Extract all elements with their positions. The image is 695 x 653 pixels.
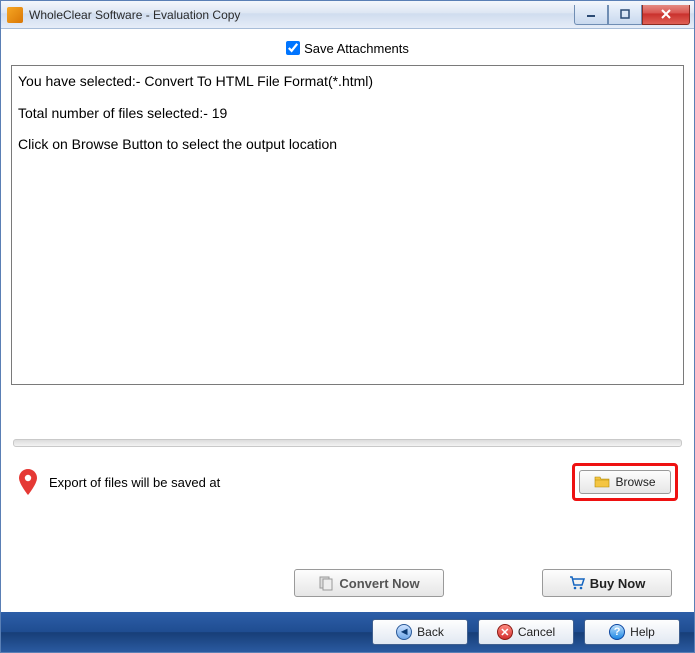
location-pin-icon xyxy=(17,468,39,496)
info-line-instruction: Click on Browse Button to select the out… xyxy=(18,135,677,155)
minimize-icon xyxy=(586,9,596,19)
buy-now-label: Buy Now xyxy=(590,576,646,591)
close-button[interactable] xyxy=(642,5,690,25)
app-window: WholeClear Software - Evaluation Copy Sa… xyxy=(0,0,695,653)
export-location-label: Export of files will be saved at xyxy=(49,475,562,490)
convert-now-button[interactable]: Convert Now xyxy=(294,569,444,597)
browse-highlight: Browse xyxy=(572,463,678,501)
save-attachments-row: Save Attachments xyxy=(11,37,684,59)
minimize-button[interactable] xyxy=(574,5,608,25)
divider-bar xyxy=(13,439,682,447)
convert-now-label: Convert Now xyxy=(339,576,419,591)
app-icon xyxy=(7,7,23,23)
cancel-x-icon: ✕ xyxy=(497,624,513,640)
info-line-format: You have selected:- Convert To HTML File… xyxy=(18,72,677,92)
help-button[interactable]: ? Help xyxy=(584,619,680,645)
folder-icon xyxy=(594,474,610,490)
buy-now-button[interactable]: Buy Now xyxy=(542,569,672,597)
cancel-button[interactable]: ✕ Cancel xyxy=(478,619,574,645)
titlebar: WholeClear Software - Evaluation Copy xyxy=(1,1,694,29)
browse-button-label: Browse xyxy=(615,475,655,489)
info-line-count: Total number of files selected:- 19 xyxy=(18,104,677,124)
help-button-label: Help xyxy=(630,625,655,639)
action-row: Convert Now Buy Now xyxy=(11,511,684,607)
window-title: WholeClear Software - Evaluation Copy xyxy=(29,8,574,22)
maximize-button[interactable] xyxy=(608,5,642,25)
back-button-label: Back xyxy=(417,625,444,639)
cancel-button-label: Cancel xyxy=(518,625,555,639)
convert-icon xyxy=(318,575,334,591)
info-textbox: You have selected:- Convert To HTML File… xyxy=(11,65,684,385)
back-arrow-icon: ◄ xyxy=(396,624,412,640)
close-icon xyxy=(660,9,672,19)
back-button[interactable]: ◄ Back xyxy=(372,619,468,645)
footer-bar: ◄ Back ✕ Cancel ? Help xyxy=(1,612,694,652)
save-attachments-label: Save Attachments xyxy=(304,41,409,56)
content-area: Save Attachments You have selected:- Con… xyxy=(1,29,694,612)
maximize-icon xyxy=(620,9,630,19)
save-attachments-checkbox[interactable] xyxy=(286,41,300,55)
cart-icon xyxy=(569,575,585,591)
browse-button[interactable]: Browse xyxy=(579,470,671,494)
window-controls xyxy=(574,5,690,25)
export-row: Export of files will be saved at Browse xyxy=(11,457,684,511)
help-question-icon: ? xyxy=(609,624,625,640)
